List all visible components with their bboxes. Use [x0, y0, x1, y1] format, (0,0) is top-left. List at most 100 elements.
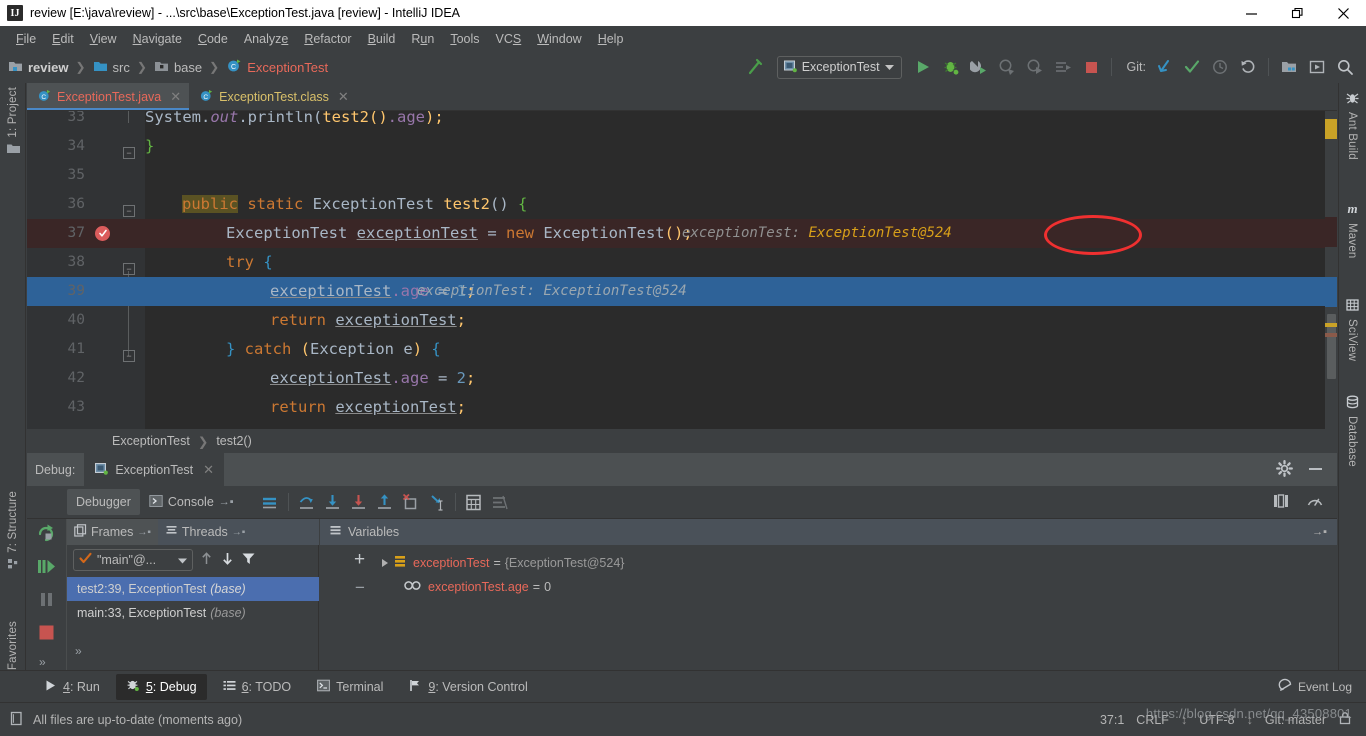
fold-marker-2[interactable]: −	[123, 205, 135, 217]
caret-position[interactable]: 37:1	[1100, 713, 1124, 727]
menu-tools[interactable]: Tools	[442, 29, 487, 49]
chevron-down-icon[interactable]	[178, 553, 187, 567]
performance-icon[interactable]	[1306, 492, 1324, 513]
expand-arrow-icon[interactable]	[382, 559, 388, 567]
tab-console[interactable]: Console →▪	[140, 489, 243, 515]
pin-icon[interactable]: →▪	[1312, 526, 1337, 538]
search-everywhere-icon[interactable]	[1332, 55, 1358, 79]
code-editor[interactable]: 33 System.out.println(test2().age); 34 }…	[27, 111, 1337, 429]
run-configuration-selector[interactable]: ExceptionTest	[776, 55, 902, 79]
close-button[interactable]	[1320, 0, 1366, 26]
breakpoint-icon[interactable]	[95, 226, 110, 241]
editor-tab-class[interactable]: C ExceptionTest.class ✕	[189, 83, 357, 110]
profile-button[interactable]	[1022, 55, 1048, 79]
editor-line-34[interactable]: 34 }	[27, 132, 1337, 161]
fold-marker[interactable]: −	[123, 147, 135, 159]
sidebar-item-project[interactable]: 1: Project	[0, 87, 26, 158]
show-execution-point-icon[interactable]	[257, 490, 283, 514]
editor-line-40[interactable]: 40 return exceptionTest;	[27, 306, 1337, 335]
maximize-button[interactable]	[1274, 0, 1320, 26]
editor-scrollbar[interactable]	[1325, 111, 1337, 429]
bottom-item-debug[interactable]: 5: Debug	[115, 673, 207, 700]
debug-session-tab[interactable]: ExceptionTest ✕	[84, 453, 225, 486]
sidebar-item-sciview[interactable]: SciView	[1338, 298, 1366, 361]
more-chevrons-icon[interactable]: »	[39, 655, 46, 669]
frame-item-test2[interactable]: test2:39, ExceptionTest (base)	[67, 577, 319, 601]
editor-line-41[interactable]: 41 } catch (Exception e) {	[27, 335, 1337, 364]
tab-frames[interactable]: Frames →▪	[67, 519, 158, 545]
pin-icon[interactable]: →▪	[232, 527, 246, 538]
debug-button[interactable]	[938, 55, 964, 79]
arrow-down-icon[interactable]	[220, 551, 235, 569]
update-project-icon[interactable]	[1151, 55, 1177, 79]
menu-file[interactable]: File	[8, 29, 44, 49]
sidebar-item-structure[interactable]: 7: Structure	[0, 491, 26, 573]
menu-run[interactable]: Run	[403, 29, 442, 49]
attach-profiler-button[interactable]	[994, 55, 1020, 79]
chevron-down-icon[interactable]	[884, 60, 894, 74]
force-step-into-icon[interactable]	[346, 490, 372, 514]
editor-line-43[interactable]: 43 return exceptionTest;	[27, 393, 1337, 422]
menu-window[interactable]: Window	[529, 29, 589, 49]
minimize-button[interactable]	[1228, 0, 1274, 26]
run-to-cursor-icon[interactable]	[424, 490, 450, 514]
sidebar-item-database[interactable]: Database	[1338, 395, 1366, 467]
commit-icon[interactable]	[1179, 55, 1205, 79]
editor-breadcrumb-method[interactable]: test2()	[216, 434, 251, 448]
settings-gear-icon[interactable]	[1276, 459, 1293, 480]
menu-analyze[interactable]: Analyze	[236, 29, 296, 49]
bottom-item-version-control[interactable]: 9: Version Control	[399, 674, 537, 700]
sidebar-item-ant-build[interactable]: Ant Build	[1338, 91, 1366, 160]
sidebar-item-maven[interactable]: m Maven	[1338, 201, 1366, 259]
run-with-coverage-button[interactable]	[966, 55, 992, 79]
menu-view[interactable]: View	[82, 29, 125, 49]
variable-row-watch[interactable]: exceptionTest.age = 0	[320, 575, 1337, 599]
build-hammer-icon[interactable]	[743, 55, 769, 79]
fold-marker-3[interactable]: −	[123, 263, 135, 275]
drop-frame-icon[interactable]	[398, 490, 424, 514]
rollback-icon[interactable]	[1235, 55, 1261, 79]
arrow-up-icon[interactable]	[199, 551, 214, 569]
close-icon[interactable]: ✕	[338, 89, 349, 105]
pause-program-icon[interactable]	[38, 591, 55, 611]
variable-row-object[interactable]: exceptionTest = {ExceptionTest@524}	[320, 551, 1337, 575]
git-branch[interactable]: Git: master	[1265, 713, 1326, 727]
editor-line-36[interactable]: 36 public static ExceptionTest test2() {	[27, 190, 1337, 219]
settings-icon[interactable]	[1304, 55, 1330, 79]
editor-line-39[interactable]: 39 exceptionTest.age = 1; exceptionTest:…	[27, 277, 1337, 306]
close-icon[interactable]: ✕	[203, 462, 214, 478]
line-separator-chevron-icon[interactable]: ↕	[1181, 713, 1187, 727]
step-out-icon[interactable]	[372, 490, 398, 514]
layout-icon[interactable]	[1272, 492, 1290, 513]
more-chevrons-icon-2[interactable]: »	[75, 644, 82, 658]
pin-icon[interactable]: →▪	[137, 527, 151, 538]
tab-debugger[interactable]: Debugger	[67, 489, 140, 515]
editor-tab-java[interactable]: C ExceptionTest.java ✕	[27, 83, 190, 110]
stop-icon[interactable]	[38, 624, 55, 644]
evaluate-expression-icon[interactable]	[461, 490, 487, 514]
menu-code[interactable]: Code	[190, 29, 236, 49]
run-button[interactable]	[910, 55, 936, 79]
editor-line-37[interactable]: 37 ExceptionTest exceptionTest = new Exc…	[27, 219, 1337, 248]
encoding[interactable]: UTF-8	[1199, 713, 1234, 727]
menu-vcs[interactable]: VCS	[488, 29, 530, 49]
menu-refactor[interactable]: Refactor	[296, 29, 359, 49]
menu-build[interactable]: Build	[360, 29, 404, 49]
hide-icon[interactable]	[1307, 460, 1324, 480]
bottom-item-terminal[interactable]: Terminal	[307, 674, 393, 700]
project-structure-icon[interactable]	[1276, 55, 1302, 79]
editor-line-33[interactable]: 33 System.out.println(test2().age);	[27, 111, 1337, 132]
breadcrumb-base[interactable]: base	[174, 60, 202, 75]
menu-edit[interactable]: Edit	[44, 29, 82, 49]
history-icon[interactable]	[1207, 55, 1233, 79]
editor-line-38[interactable]: 38 try {	[27, 248, 1337, 277]
fold-marker-4[interactable]: −	[123, 350, 135, 362]
lock-icon[interactable]	[1338, 711, 1352, 728]
menu-help[interactable]: Help	[590, 29, 632, 49]
breadcrumb-class[interactable]: ExceptionTest	[247, 60, 328, 75]
breadcrumb-src[interactable]: src	[113, 60, 130, 75]
editor-line-35[interactable]: 35	[27, 161, 1337, 190]
event-log-button[interactable]: Event Log	[1278, 678, 1366, 695]
editor-breadcrumb-class[interactable]: ExceptionTest	[112, 434, 190, 448]
resume-program-icon[interactable]	[37, 557, 56, 579]
